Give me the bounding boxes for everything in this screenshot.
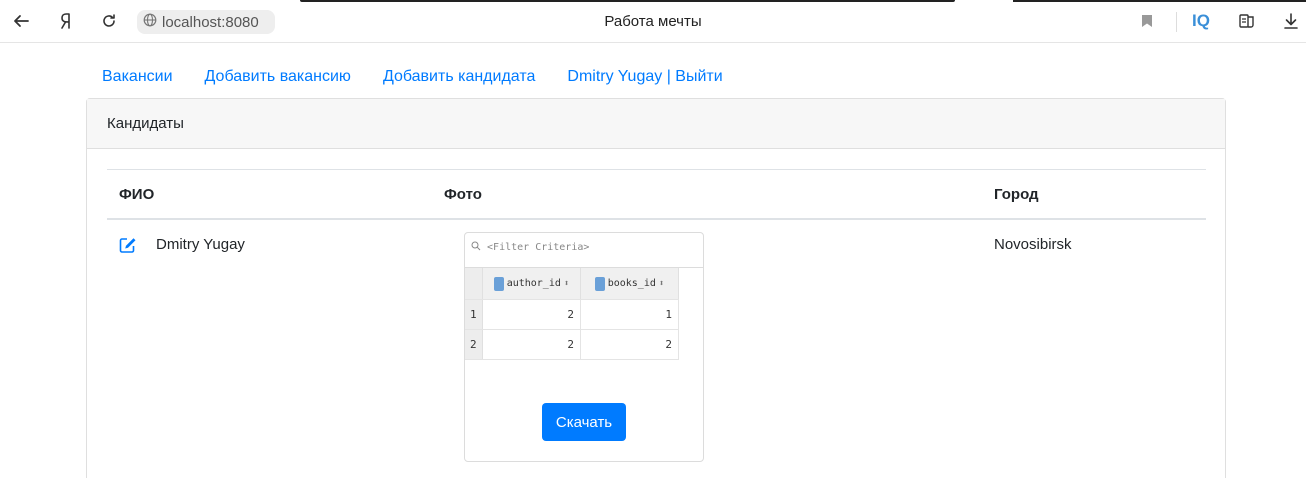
- bookmark-icon[interactable]: [1136, 10, 1158, 32]
- sort-icon: ⬍: [658, 278, 665, 289]
- key-column-icon: [594, 276, 605, 291]
- grid-column-label: author_id: [506, 278, 561, 289]
- yandex-icon[interactable]: [55, 10, 77, 32]
- filter-criteria-text: <Filter Criteria>: [471, 241, 589, 253]
- grid-cell: 2: [581, 330, 679, 359]
- collections-icon[interactable]: [1236, 10, 1258, 32]
- url-text: localhost:8080: [162, 13, 259, 31]
- column-header-city: Город: [994, 186, 1039, 203]
- photo-data-grid: author_id ⬍ books_id ⬍ 1 2 1 2 2 2: [465, 268, 679, 360]
- download-icon[interactable]: [1280, 10, 1302, 32]
- column-header-photo: Фото: [444, 186, 482, 203]
- grid-cell: 2: [483, 300, 581, 329]
- download-button[interactable]: Скачать: [542, 403, 626, 441]
- grid-row: 2 2 2: [465, 330, 679, 360]
- grid-column-header: author_id ⬍: [483, 268, 581, 299]
- toolbar-separator: [1176, 12, 1177, 32]
- globe-icon: [143, 13, 157, 32]
- main-nav: Вакансии Добавить вакансию Добавить канд…: [102, 68, 723, 86]
- grid-header-row: author_id ⬍ books_id ⬍: [465, 268, 679, 300]
- back-arrow-icon[interactable]: [10, 10, 32, 32]
- grid-cell: 1: [581, 300, 679, 329]
- reload-icon[interactable]: [98, 10, 120, 32]
- column-header-name: ФИО: [119, 186, 155, 203]
- grid-row: 1 2 1: [465, 300, 679, 330]
- candidate-name: Dmitry Yugay: [156, 236, 245, 253]
- top-tab-indicator: [300, 0, 955, 2]
- table-header-row: ФИО Фото Город: [107, 170, 1206, 220]
- candidate-photo: <Filter Criteria> author_id ⬍ books_id ⬍…: [464, 232, 704, 462]
- edit-icon[interactable]: [119, 237, 137, 253]
- card-header: Кандидаты: [87, 99, 1225, 149]
- candidate-city: Novosibirsk: [994, 236, 1072, 253]
- magnifier-icon: [471, 241, 481, 251]
- top-tab-indicator-right: [1013, 0, 1306, 2]
- nav-add-candidate[interactable]: Добавить кандидата: [383, 68, 535, 86]
- candidates-table: ФИО Фото Город Dmitry Yugay <Filter Crit…: [107, 169, 1206, 462]
- key-column-icon: [493, 276, 504, 291]
- nav-vacancies[interactable]: Вакансии: [102, 68, 173, 86]
- filter-placeholder: <Filter Criteria>: [487, 242, 590, 253]
- nav-user-logout[interactable]: Dmitry Yugay | Выйти: [567, 68, 722, 86]
- grid-corner: [465, 268, 483, 299]
- grid-column-header: books_id ⬍: [581, 268, 679, 299]
- grid-row-number: 2: [465, 330, 483, 359]
- browser-toolbar: localhost:8080 Работа мечты IQ: [0, 0, 1306, 43]
- card-title: Кандидаты: [107, 115, 184, 132]
- address-bar[interactable]: localhost:8080: [137, 10, 275, 34]
- grid-row-number: 1: [465, 300, 483, 329]
- nav-add-vacancy[interactable]: Добавить вакансию: [205, 68, 351, 86]
- candidates-card: Кандидаты ФИО Фото Город Dmitry Yugay <F…: [86, 98, 1226, 478]
- grid-cell: 2: [483, 330, 581, 359]
- page-title: Работа мечты: [604, 13, 702, 30]
- iq-extension-button[interactable]: IQ: [1192, 11, 1210, 31]
- grid-column-label: books_id: [607, 278, 656, 289]
- sort-icon: ⬍: [563, 278, 570, 289]
